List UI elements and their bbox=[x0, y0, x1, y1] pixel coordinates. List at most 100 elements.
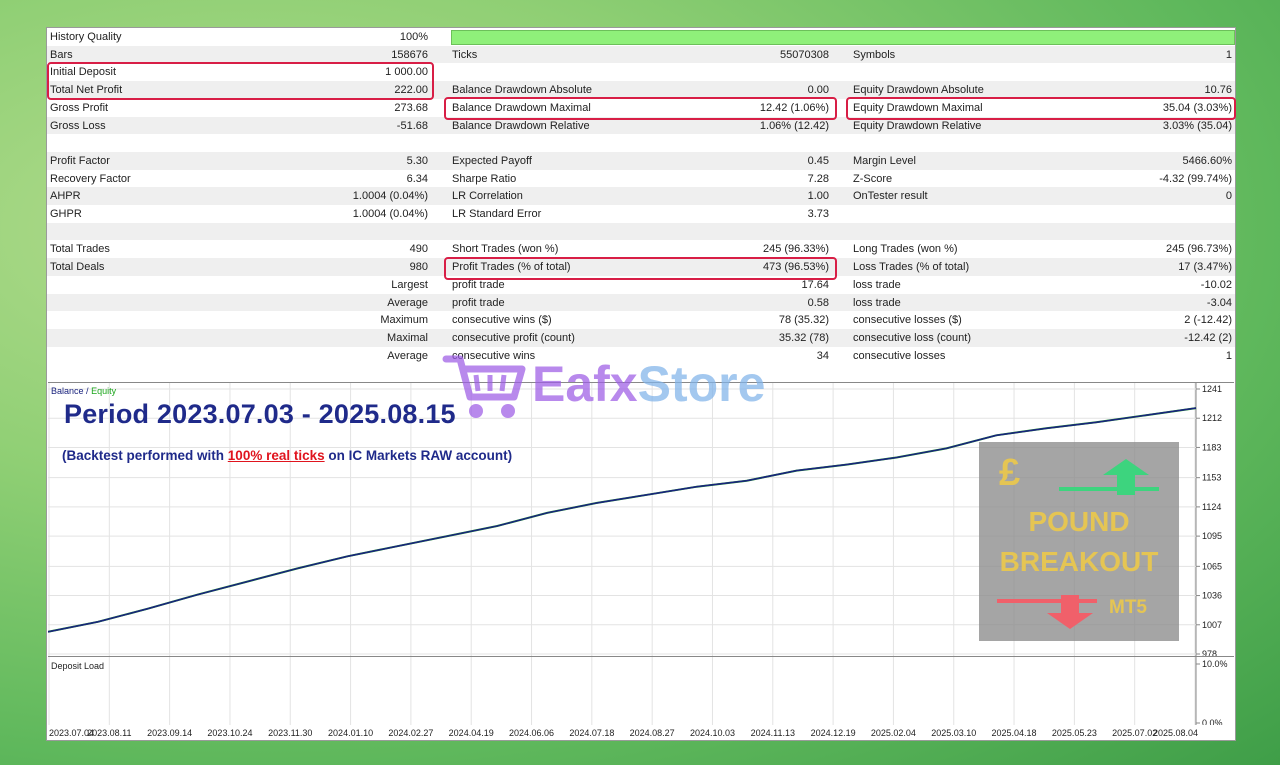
report-row-gross-loss: Gross Loss -51.68 Balance Drawdown Relat… bbox=[47, 116, 1235, 135]
gross-loss-value: -51.68 bbox=[396, 119, 428, 132]
report-row-largest: Largest profit trade 17.64 loss trade -1… bbox=[47, 276, 1235, 294]
legend-balance: Balance bbox=[51, 386, 84, 396]
legend-equity: Equity bbox=[91, 386, 117, 396]
x-tick-label: 2024.04.19 bbox=[449, 728, 494, 738]
report-row-gross-profit: Gross Profit 273.68 Balance Drawdown Max… bbox=[47, 99, 1235, 117]
x-tick-label: 2025.05.23 bbox=[1052, 728, 1097, 738]
note-suffix: on IC Markets RAW account) bbox=[324, 448, 513, 463]
equity-dd-relative-value: 3.03% (35.04) bbox=[1162, 119, 1232, 132]
average-profit-label: profit trade bbox=[452, 296, 505, 309]
balance-dd-maximal-label: Balance Drawdown Maximal bbox=[452, 101, 591, 114]
equity-dd-maximal-label: Equity Drawdown Maximal bbox=[853, 101, 983, 114]
y-tick-label: 1065 bbox=[1202, 561, 1222, 571]
y-tick-label: 1036 bbox=[1202, 591, 1222, 601]
ontester-result-value: 0 bbox=[1225, 190, 1232, 203]
pound-breakout-badge: £ POUND BREAKOUT MT5 bbox=[979, 442, 1179, 641]
lr-standard-error-value: 3.73 bbox=[807, 208, 829, 220]
maximal-label: Maximal bbox=[387, 331, 428, 344]
bars-value: 158676 bbox=[391, 48, 428, 61]
report-row-ghpr: GHPR 1.0004 (0.04%) LR Standard Error 3.… bbox=[47, 205, 1235, 223]
initial-deposit-label: Initial Deposit bbox=[50, 66, 117, 79]
legend-separator: / bbox=[86, 386, 89, 396]
margin-level-value: 5466.60% bbox=[1182, 154, 1232, 167]
equity-dd-relative-label: Equity Drawdown Relative bbox=[853, 119, 982, 132]
ticks-label: Ticks bbox=[452, 48, 478, 61]
average-label: Average bbox=[387, 296, 428, 309]
y-tick-label: 1007 bbox=[1202, 620, 1222, 630]
x-tick-label: 2024.06.06 bbox=[509, 728, 554, 738]
load-y-tick-label: 0.0% bbox=[1202, 718, 1223, 725]
expected-payoff-label: Expected Payoff bbox=[452, 154, 532, 167]
profit-factor-value: 5.30 bbox=[406, 154, 428, 167]
loss-trades-label: Loss Trades (% of total) bbox=[853, 261, 970, 274]
maximal-consecutive-profit-label: consecutive profit (count) bbox=[452, 331, 575, 344]
ontester-result-label: OnTester result bbox=[853, 190, 928, 203]
total-trades-value: 490 bbox=[409, 243, 428, 256]
x-tick-label: 2024.12.19 bbox=[811, 728, 856, 738]
promo-mt5-label: MT5 bbox=[1109, 597, 1147, 618]
gross-profit-label: Gross Profit bbox=[50, 101, 109, 114]
x-tick-label: 2023.09.14 bbox=[147, 728, 192, 738]
promo-line-1: POUND bbox=[1028, 506, 1130, 537]
y-tick-label: 978 bbox=[1202, 649, 1217, 656]
sharpe-ratio-label: Sharpe Ratio bbox=[452, 172, 517, 185]
deposit-load-svg: 10.0% 0.0% bbox=[48, 657, 1228, 728]
x-tick-label: 2025.04.18 bbox=[992, 728, 1037, 738]
report-row-ahpr: AHPR 1.0004 (0.04%) LR Correlation 1.00 … bbox=[47, 187, 1235, 205]
history-quality-value: 100% bbox=[399, 31, 428, 43]
recovery-factor-value: 6.34 bbox=[406, 172, 428, 185]
history-quality-label: History Quality bbox=[50, 31, 122, 43]
gross-profit-value: 273.68 bbox=[394, 101, 428, 114]
report-row-profit-factor: Profit Factor 5.30 Expected Payoff 0.45 … bbox=[47, 151, 1235, 170]
balance-dd-absolute-label: Balance Drawdown Absolute bbox=[452, 84, 593, 97]
arrow-up-icon bbox=[1059, 459, 1159, 495]
total-net-profit-value: 222.00 bbox=[394, 84, 428, 97]
report-row-spacer-2 bbox=[47, 222, 1235, 241]
cart-icon bbox=[442, 355, 526, 418]
long-trades-label: Long Trades (won %) bbox=[853, 243, 958, 256]
maximal-consecutive-loss-label: consecutive loss (count) bbox=[853, 331, 971, 344]
x-tick-label: 2024.07.18 bbox=[569, 728, 614, 738]
total-deals-value: 980 bbox=[409, 261, 428, 274]
watermark-brand-a: Eafx bbox=[532, 356, 638, 412]
maximal-consecutive-loss-value: -12.42 (2) bbox=[1184, 331, 1232, 344]
max-consecutive-wins-label: consecutive wins ($) bbox=[452, 314, 552, 327]
report-row-bars: Bars 158676 Ticks 55070308 Symbols 1 bbox=[47, 45, 1235, 64]
date-axis-svg: 2023.07.042023.08.11 2023.09.14 2023.10.24… bbox=[49, 728, 1198, 738]
maximum-label: Maximum bbox=[380, 314, 428, 327]
ahpr-value: 1.0004 (0.04%) bbox=[352, 190, 428, 203]
equity-dd-maximal-value: 35.04 (3.03%) bbox=[1162, 101, 1232, 114]
largest-profit-label: profit trade bbox=[452, 278, 505, 291]
loss-trades-value: 17 (3.47%) bbox=[1178, 261, 1232, 274]
max-consecutive-wins-value: 78 (35.32) bbox=[778, 314, 829, 327]
note-prefix: (Backtest performed with bbox=[62, 448, 228, 463]
balance-dd-relative-value: 1.06% (12.42) bbox=[759, 119, 829, 132]
profit-factor-label: Profit Factor bbox=[50, 154, 110, 167]
x-tick-label: 2025.02.04 bbox=[871, 728, 916, 738]
ghpr-label: GHPR bbox=[50, 208, 82, 220]
sharpe-ratio-value: 7.28 bbox=[807, 172, 829, 185]
ahpr-label: AHPR bbox=[50, 190, 81, 203]
x-tick-label: 2024.10.03 bbox=[690, 728, 735, 738]
history-quality-bar bbox=[451, 30, 1235, 45]
largest-loss-value: -10.02 bbox=[1200, 278, 1232, 291]
expected-payoff-value: 0.45 bbox=[807, 154, 829, 167]
balance-dd-absolute-value: 0.00 bbox=[807, 84, 829, 97]
short-trades-label: Short Trades (won %) bbox=[452, 243, 559, 256]
y-tick-label: 1095 bbox=[1202, 531, 1222, 541]
x-tick-label: 2024.02.27 bbox=[388, 728, 433, 738]
symbols-value: 1 bbox=[1225, 48, 1232, 61]
x-tick-label: 2024.08.27 bbox=[630, 728, 675, 738]
profit-trades-value: 473 (96.53%) bbox=[762, 261, 829, 274]
x-tick-label: 2023.08.11 bbox=[87, 728, 131, 738]
y-tick-label: 1212 bbox=[1202, 413, 1222, 423]
x-tick-label: 2025.03.10 bbox=[931, 728, 976, 738]
long-trades-value: 245 (96.73%) bbox=[1165, 243, 1232, 256]
avg-consecutive-losses-value: 1 bbox=[1225, 349, 1232, 362]
symbols-label: Symbols bbox=[853, 48, 896, 61]
deposit-load-label: Deposit Load bbox=[51, 661, 105, 671]
profit-trades-label: Profit Trades (% of total) bbox=[452, 261, 571, 274]
report-row-quality: History Quality 100% bbox=[47, 28, 1235, 46]
average-profit-value: 0.58 bbox=[807, 296, 829, 309]
period-title: Period 2023.07.03 - 2025.08.15 bbox=[64, 399, 456, 429]
